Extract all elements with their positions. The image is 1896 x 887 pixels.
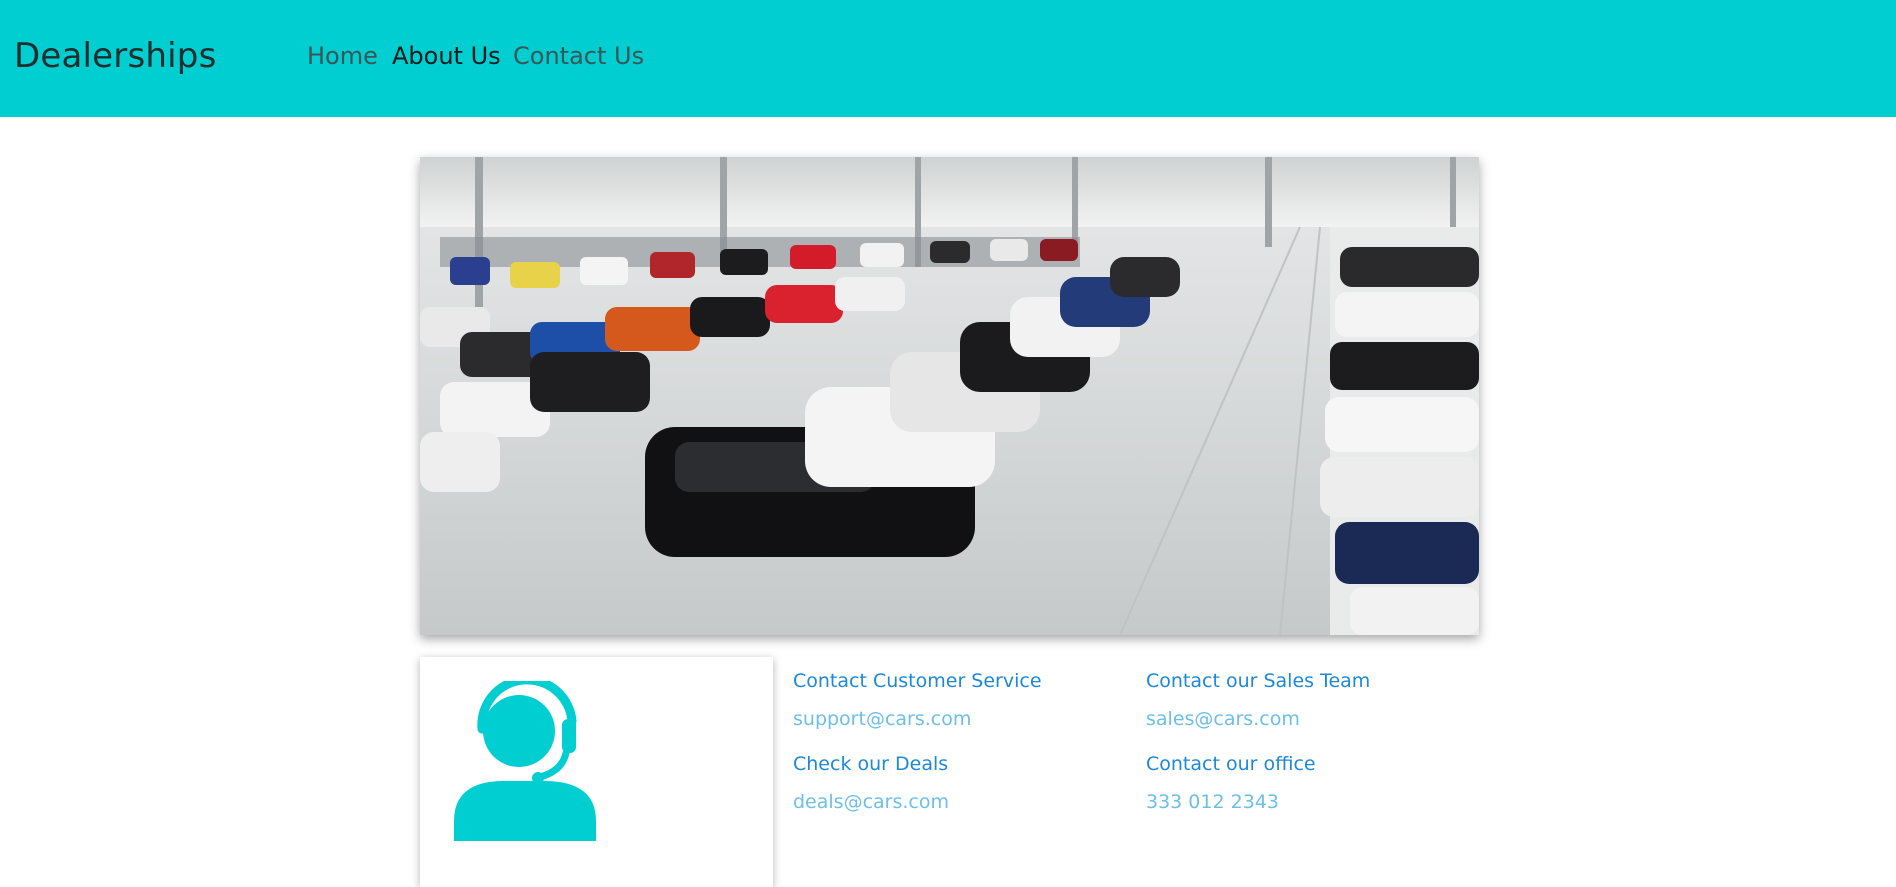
navbar: Dealerships Home About Us Contact Us	[0, 0, 1896, 117]
nav-link-contact-us[interactable]: Contact Us	[513, 42, 644, 70]
contact-office-title: Contact our office	[1146, 753, 1316, 775]
contact-customer-service-title: Contact Customer Service	[793, 670, 1042, 692]
customer-service-card	[420, 657, 773, 887]
contact-sales-team-title: Contact our Sales Team	[1146, 670, 1371, 692]
deals-email-link[interactable]: deals@cars.com	[793, 791, 949, 813]
office-phone-link[interactable]: 333 012 2343	[1146, 791, 1279, 813]
sales-email-link[interactable]: sales@cars.com	[1146, 708, 1300, 730]
support-email-link[interactable]: support@cars.com	[793, 708, 971, 730]
nav-link-about-us[interactable]: About Us	[392, 42, 501, 70]
check-deals-title: Check our Deals	[793, 753, 949, 775]
customer-service-headset-icon	[454, 681, 596, 841]
showroom-illustration	[420, 157, 1479, 635]
nav-link-home[interactable]: Home	[307, 42, 378, 70]
hero-dealership-image	[420, 157, 1479, 635]
brand-title[interactable]: Dealerships	[14, 36, 216, 76]
